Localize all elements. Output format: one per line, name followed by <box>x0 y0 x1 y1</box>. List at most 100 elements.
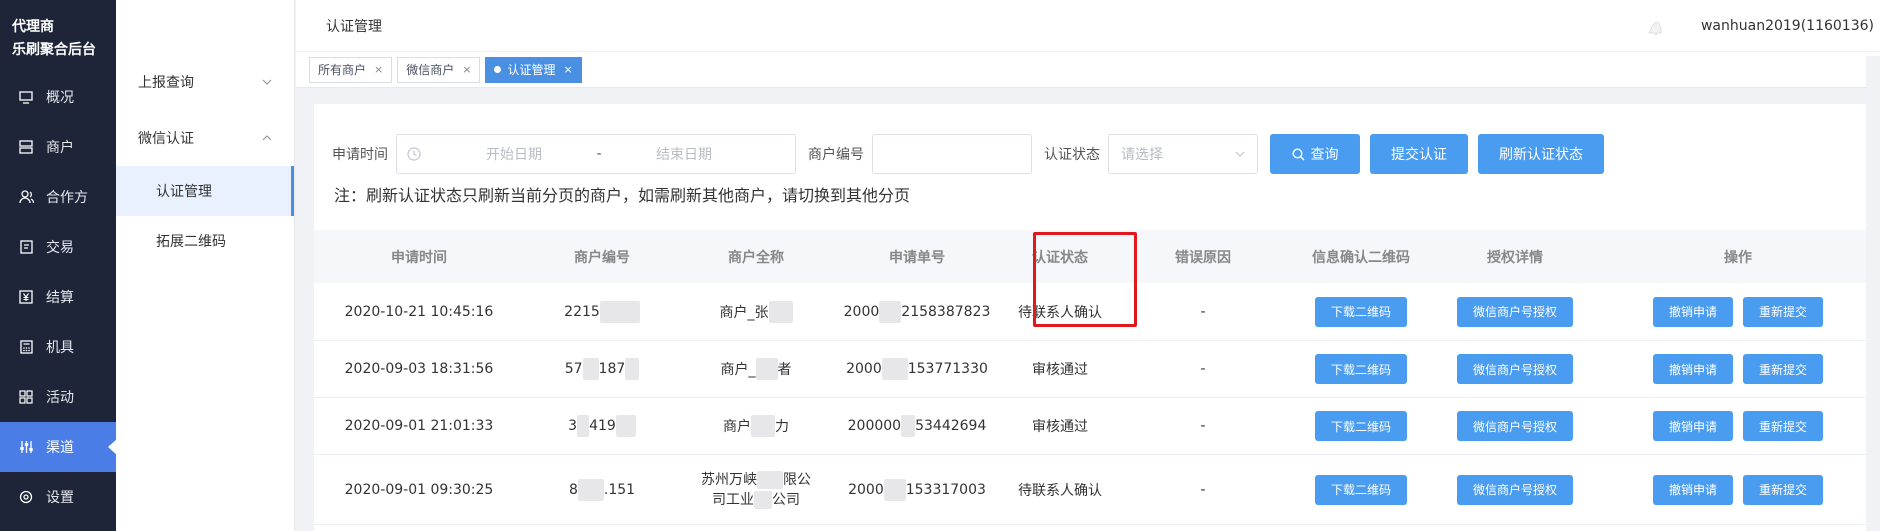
redaction <box>625 358 640 380</box>
close-icon[interactable]: × <box>374 63 383 76</box>
resubmit-button[interactable]: 重新提交 <box>1743 296 1823 327</box>
tab-all-merchants[interactable]: 所有商户 × <box>309 56 393 83</box>
close-icon[interactable]: × <box>462 63 471 76</box>
submenu-item-label: 认证管理 <box>156 184 212 200</box>
tab-auth-management[interactable]: 认证管理 × <box>485 56 582 83</box>
column-header: 信息确认二维码 <box>1312 249 1410 266</box>
nav-item-overview[interactable]: 概况 <box>0 72 116 122</box>
resubmit-button[interactable]: 重新提交 <box>1743 411 1823 441</box>
table-header: 申请时间 商户编号 商户全称 申请单号 认证状态 错误原因 信息确认二维码 授权… <box>314 230 1880 283</box>
wechat-auth-button[interactable]: 微信商户号授权 <box>1457 354 1573 384</box>
redaction <box>881 358 908 380</box>
merchant-no: 2215 <box>524 300 680 323</box>
nav-item-activity[interactable]: 活动 <box>0 372 116 422</box>
submenu-item-auth-management[interactable]: 认证管理 <box>116 166 294 216</box>
close-icon[interactable]: × <box>563 63 572 76</box>
nav-item-settlement[interactable]: 结算 <box>0 272 116 322</box>
apply-no-part: 2000 <box>846 361 882 377</box>
submenu-group-report-query[interactable]: 上报查询 <box>116 54 294 110</box>
nav-item-partner[interactable]: 合作方 <box>0 172 116 222</box>
apply-time: 2020-09-03 18:31:56 <box>344 361 494 377</box>
merchant-name: 商户 力 <box>680 415 832 437</box>
main-content: 认证管理 wanhuan2019(1160136) 所有商户 × 微信商户 × … <box>296 0 1880 531</box>
submenu-item-label: 拓展二维码 <box>156 234 226 250</box>
download-qr-button[interactable]: 下载二维码 <box>1315 296 1407 327</box>
submenu-group-wechat-auth[interactable]: 微信认证 <box>116 110 294 166</box>
tab-label: 微信商户 <box>406 63 455 77</box>
resubmit-button[interactable]: 重新提交 <box>1743 354 1823 384</box>
auth-status-select[interactable]: 请选择 <box>1108 134 1258 174</box>
redaction <box>754 490 772 509</box>
wechat-auth-button[interactable]: 微信商户号授权 <box>1457 474 1573 505</box>
merchant-no-part: 187 <box>598 361 626 377</box>
chevron-down-icon <box>1235 151 1245 157</box>
merchant-no-part: 57 <box>564 361 583 377</box>
table-row: 2020-09-03 18:31:56 57 187 商户_ 者 2000 15377… <box>314 341 1880 398</box>
cancel-apply-button[interactable]: 撤销申请 <box>1653 296 1733 327</box>
cancel-apply-button[interactable]: 撤销申请 <box>1653 411 1733 441</box>
redaction <box>757 470 783 489</box>
start-date-input[interactable]: 开始日期 <box>449 144 579 164</box>
nav-item-label: 交易 <box>46 240 74 256</box>
submit-auth-button[interactable]: 提交认证 <box>1370 134 1468 174</box>
auth-detail-cell: 微信商户号授权 <box>1434 296 1596 327</box>
apply-time: 2020-09-01 09:30:25 <box>344 481 494 498</box>
user-name[interactable]: wanhuan2019(1160136) <box>1701 18 1874 34</box>
nav-item-label: 机具 <box>46 340 74 356</box>
clock-icon <box>407 147 421 161</box>
nav-item-label: 概况 <box>46 90 74 106</box>
vertical-scrollbar[interactable] <box>1866 56 1880 531</box>
merchant-no-input[interactable] <box>872 134 1032 174</box>
auth-status: 待联系人确认 <box>1018 482 1102 499</box>
action-cell: 撤销申请 重新提交 <box>1596 296 1880 327</box>
merchant-name-line-1: 苏州万峡 限公 <box>701 470 811 490</box>
download-qr-button[interactable]: 下载二维码 <box>1315 411 1407 441</box>
tab-label: 所有商户 <box>318 63 367 77</box>
download-qr-button[interactable]: 下载二维码 <box>1315 474 1407 505</box>
end-date-input[interactable]: 结束日期 <box>619 144 749 164</box>
grid-icon <box>18 389 34 405</box>
nav-item-merchant[interactable]: 商户 <box>0 122 116 172</box>
cancel-apply-button[interactable]: 撤销申请 <box>1653 354 1733 384</box>
resubmit-button[interactable]: 重新提交 <box>1743 474 1823 505</box>
tab-wechat-merchants[interactable]: 微信商户 × <box>397 56 481 83</box>
nav-item-transaction[interactable]: 交易 <box>0 222 116 272</box>
merchant-name-part: 限公 <box>783 471 811 488</box>
merchant-name-part: 力 <box>775 419 789 435</box>
action-cell: 撤销申请 重新提交 <box>1596 411 1880 441</box>
auth-detail-cell: 微信商户号授权 <box>1434 411 1596 441</box>
error-reason: - <box>1200 303 1206 320</box>
tab-label: 认证管理 <box>507 63 556 77</box>
query-button[interactable]: 查询 <box>1270 134 1360 174</box>
merchant-no: 57 187 <box>524 358 680 380</box>
cancel-apply-button[interactable]: 撤销申请 <box>1653 474 1733 505</box>
redaction <box>577 478 604 501</box>
merchant-no-part: .151 <box>603 481 636 498</box>
table-row: 2020-09-01 09:30:25 8 .151 苏州万峡 限公 司工业 公司 2… <box>314 455 1880 525</box>
bell-icon[interactable] <box>1643 15 1669 37</box>
user-area: wanhuan2019(1160136) <box>1643 15 1880 37</box>
qr-cell: 下载二维码 <box>1288 296 1434 327</box>
nav-item-settings[interactable]: 设置 <box>0 472 116 522</box>
date-range-picker[interactable]: 开始日期 - 结束日期 <box>396 134 796 174</box>
download-qr-button[interactable]: 下载二维码 <box>1315 354 1407 384</box>
merchant-name-part: 者 <box>777 362 792 378</box>
nav-item-device[interactable]: 机具 <box>0 322 116 372</box>
nav-item-channel[interactable]: 渠道 <box>0 422 117 472</box>
apply-no: 2000 153771330 <box>832 358 1002 380</box>
redaction <box>755 358 778 380</box>
refresh-auth-status-button[interactable]: 刷新认证状态 <box>1478 134 1604 174</box>
filter-bar: 申请时间 开始日期 - 结束日期 商户编号 认证状态 请选择 查询 提交认证 刷… <box>314 104 1880 174</box>
date-separator: - <box>596 146 602 162</box>
error-reason: - <box>1200 418 1206 434</box>
merchant-no-part: 2215 <box>564 303 600 320</box>
wechat-auth-button[interactable]: 微信商户号授权 <box>1457 411 1573 441</box>
redaction <box>883 478 906 501</box>
redaction <box>751 415 775 437</box>
redaction <box>577 415 590 437</box>
yuan-icon <box>18 289 34 305</box>
wechat-auth-button[interactable]: 微信商户号授权 <box>1457 296 1573 327</box>
auth-table: 申请时间 商户编号 商户全称 申请单号 认证状态 错误原因 信息确认二维码 授权… <box>314 230 1880 525</box>
nav-item-label: 活动 <box>46 390 74 406</box>
submenu-item-expand-qrcode[interactable]: 拓展二维码 <box>116 216 294 266</box>
